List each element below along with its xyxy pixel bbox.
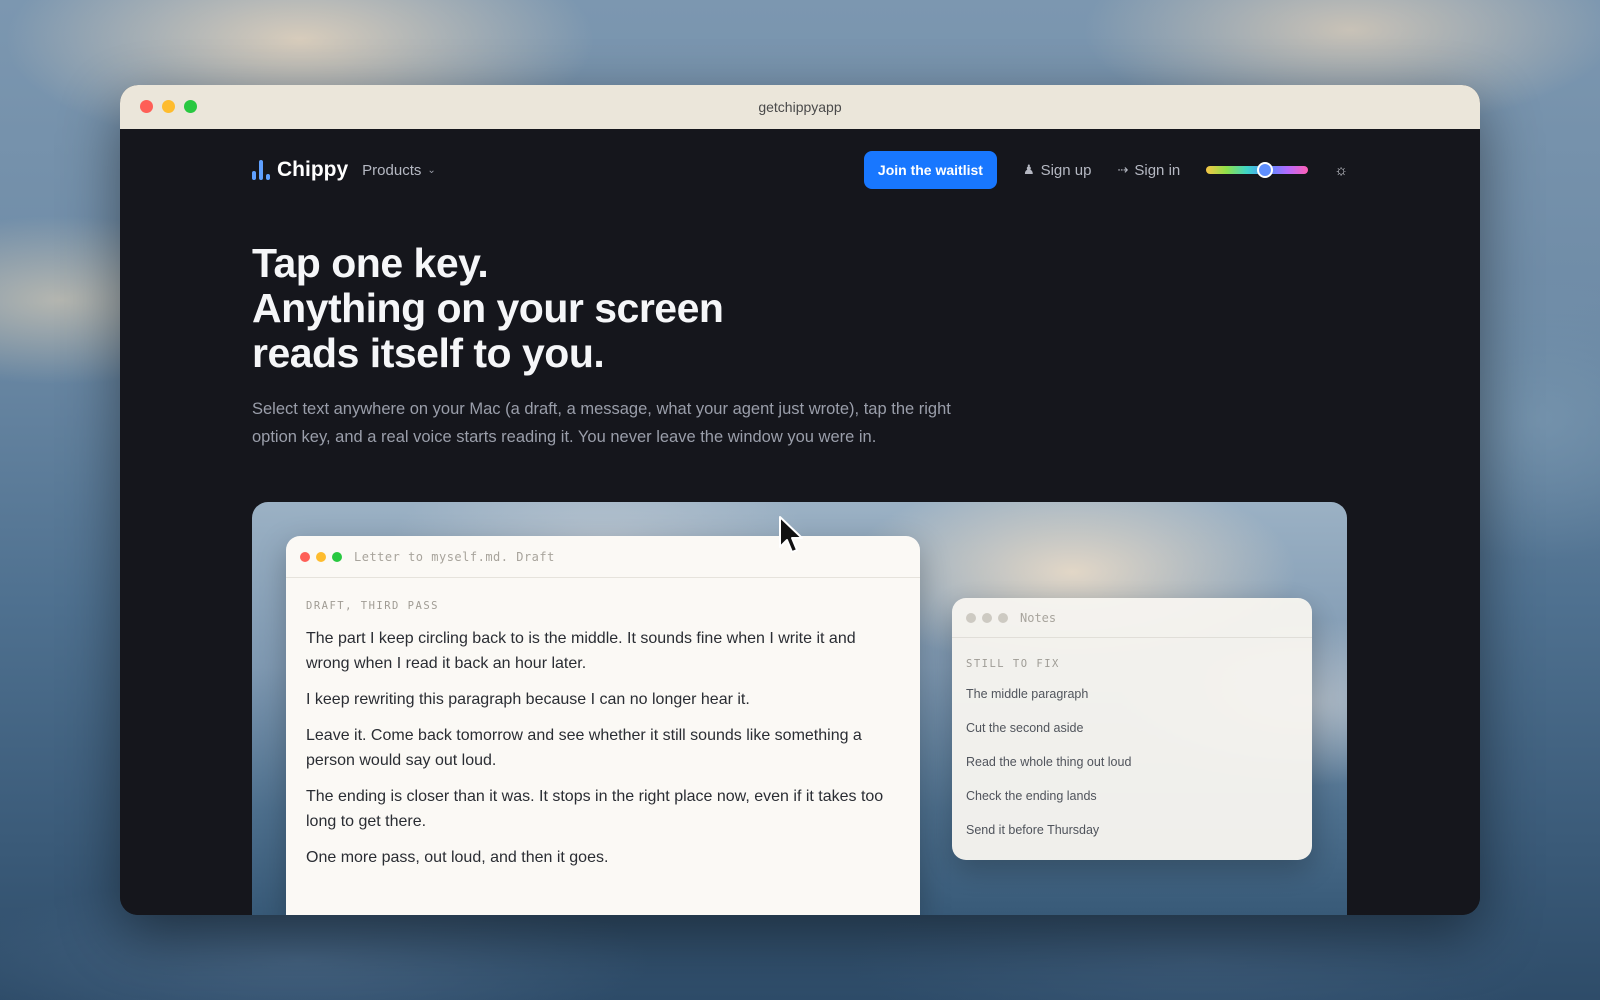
draft-traffic-lights (300, 551, 342, 562)
draft-document-window: Letter to myself.md. Draft DRAFT, THIRD … (286, 536, 920, 915)
hero-title-line: Tap one key. (252, 240, 489, 286)
hero-subtitle: Select text anywhere on your Mac (a draf… (252, 400, 951, 446)
join-waitlist-button[interactable]: Join the waitlist (863, 151, 997, 189)
draft-eyebrow: DRAFT, THIRD PASS (306, 600, 439, 612)
hero-title: Tap one key. Anything on your screen rea… (252, 240, 724, 376)
user-plus-icon: ♟ (1022, 162, 1035, 177)
close-window-button[interactable] (140, 100, 153, 113)
product-showcase: Letter to myself.md. Draft DRAFT, THIRD … (252, 502, 1347, 915)
maximize-window-button[interactable] (184, 100, 197, 113)
hero-title-line: Anything on your screen (252, 285, 724, 331)
note-item[interactable]: Check the ending lands (966, 786, 1298, 820)
window-url: getchippyapp (758, 99, 842, 115)
chevron-down-icon: ⌄ (427, 164, 436, 176)
hero-title-line: reads itself to you. (252, 330, 605, 376)
color-slider[interactable] (1206, 162, 1309, 178)
minimize-window-button[interactable] (162, 100, 175, 113)
color-slider-knob[interactable] (1257, 162, 1274, 178)
notes-titlebar: Notes (952, 598, 1312, 638)
draft-window-titlebar: Letter to myself.md. Draft (286, 536, 920, 578)
note-item[interactable]: Read the whole thing out loud (966, 752, 1298, 786)
brand-logo[interactable]: Chippy (252, 158, 348, 182)
sign-in-icon: ⇢ (1117, 162, 1129, 177)
top-nav: Chippy Products ⌄ Join the waitlist ♟ Si… (252, 151, 1348, 189)
products-menu[interactable]: Products ⌄ (362, 162, 436, 179)
sign-up-link[interactable]: ♟ Sign up (1023, 162, 1092, 179)
note-item[interactable]: Cut the second aside (966, 718, 1298, 752)
draft-body[interactable]: DRAFT, THIRD PASS The part I keep circli… (286, 578, 920, 870)
draft-paragraph[interactable]: Leave it. Come back tomorrow and see whe… (306, 723, 900, 773)
draft-paragraph[interactable]: I keep rewriting this paragraph because … (306, 687, 900, 712)
sign-in-link[interactable]: ⇢ Sign in (1117, 162, 1180, 179)
draft-paragraph[interactable]: One more pass, out loud, and then it goe… (306, 845, 900, 870)
notes-eyebrow: STILL TO FIX (966, 658, 1060, 670)
notes-body: STILL TO FIX The middle paragraph Cut th… (952, 638, 1312, 854)
notes-window: Notes STILL TO FIX The middle paragraph … (952, 598, 1312, 860)
products-label: Products (362, 161, 422, 179)
sign-in-label: Sign in (1134, 161, 1181, 179)
nav-actions: Join the waitlist ♟ Sign up ⇢ Sign in ☼ (863, 151, 1348, 189)
note-item[interactable]: The middle paragraph (966, 684, 1298, 718)
sign-up-label: Sign up (1040, 161, 1092, 179)
browser-window: getchippyapp Chippy Products ⌄ Join the … (120, 85, 1480, 915)
notes-window-title: Notes (1020, 610, 1057, 625)
note-item[interactable]: Send it before Thursday (966, 820, 1298, 854)
sun-icon[interactable]: ☼ (1334, 162, 1348, 179)
draft-window-title: Letter to myself.md. Draft (354, 549, 555, 564)
draft-paragraph[interactable]: The ending is closer than it was. It sto… (306, 784, 900, 834)
window-titlebar: getchippyapp (120, 85, 1480, 129)
mouse-pointer-icon (779, 516, 803, 553)
notes-traffic-lights (966, 612, 1008, 623)
bar-chart-icon (252, 160, 270, 180)
draft-paragraph[interactable]: The part I keep circling back to is the … (306, 626, 900, 676)
brand-name: Chippy (277, 158, 349, 181)
traffic-lights (140, 100, 197, 113)
